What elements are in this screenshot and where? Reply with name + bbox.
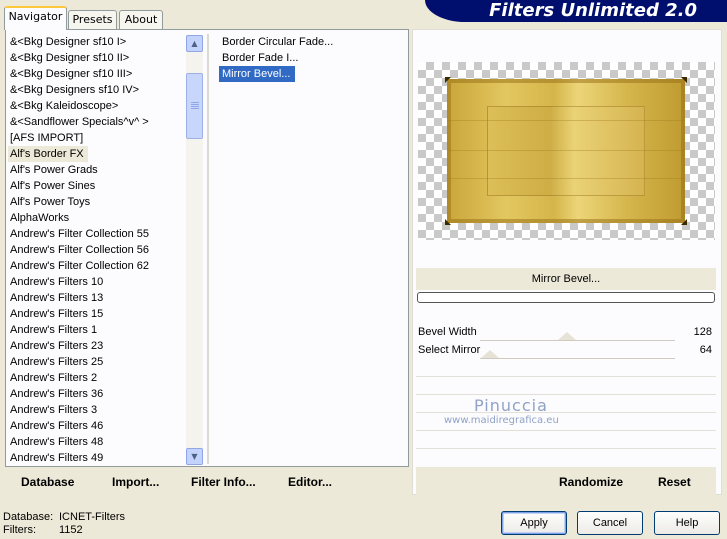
category-item[interactable]: Andrew's Filters 48	[8, 434, 186, 450]
footer-filters-value: 1152	[59, 524, 83, 536]
category-item[interactable]: Andrew's Filters 13	[8, 290, 186, 306]
randomize-button[interactable]: Randomize	[559, 475, 623, 489]
category-item[interactable]: &<Bkg Kaleidoscope>	[8, 98, 186, 114]
navigator-toolbar: Database Import... Filter Info... Editor…	[5, 467, 409, 495]
footer-filters-label: Filters:	[3, 524, 36, 536]
reset-button[interactable]: Reset	[658, 475, 691, 489]
footer-database: Database: ICNET-Filters	[3, 511, 125, 523]
category-item[interactable]: Andrew's Filters 10	[8, 274, 186, 290]
help-button-label: Help	[675, 517, 699, 529]
category-scrollbar[interactable]: ▲ ▼	[186, 35, 203, 465]
slider-track[interactable]	[480, 340, 675, 341]
app-title: Filters Unlimited 2.0	[489, 0, 697, 21]
category-item[interactable]: Andrew's Filters 23	[8, 338, 186, 354]
footer-database-label: Database:	[3, 511, 54, 523]
category-item[interactable]: Andrew's Filters 46	[8, 418, 186, 434]
category-item[interactable]: &<Bkg Designer sf10 I>	[8, 34, 186, 50]
param-value: 64	[699, 344, 712, 356]
filter-item[interactable]: Mirror Bevel...	[219, 66, 296, 82]
category-item[interactable]: [AFS IMPORT]	[8, 130, 186, 146]
filter-info-button[interactable]: Filter Info...	[191, 475, 256, 489]
help-button[interactable]: Help	[654, 511, 720, 535]
category-item[interactable]: Andrew's Filter Collection 55	[8, 226, 186, 242]
cancel-button[interactable]: Cancel	[577, 511, 643, 535]
category-item[interactable]: AlphaWorks	[8, 210, 186, 226]
tab-presets[interactable]: Presets	[68, 10, 117, 29]
category-item[interactable]: &<Bkg Designer sf10 II>	[8, 50, 186, 66]
category-item[interactable]: Andrew's Filters 15	[8, 306, 186, 322]
database-button[interactable]: Database	[21, 475, 74, 489]
chevron-up-icon: ▲	[191, 39, 198, 48]
category-item[interactable]: Alf's Border FX	[8, 146, 88, 162]
filter-item[interactable]: Border Circular Fade...	[219, 34, 404, 50]
param-label: Select Mirror	[418, 344, 481, 356]
apply-button-label: Apply	[520, 517, 548, 529]
category-item[interactable]: Alf's Power Toys	[8, 194, 186, 210]
category-item[interactable]: Andrew's Filters 2	[8, 370, 186, 386]
preview-corner-marks	[445, 77, 687, 225]
category-item[interactable]: Andrew's Filters 49	[8, 450, 186, 464]
category-item[interactable]: Andrew's Filters 1	[8, 322, 186, 338]
filter-list[interactable]: Border Circular Fade... Border Fade I... M…	[219, 34, 404, 82]
app-title-banner: Filters Unlimited 2.0	[425, 0, 727, 22]
category-item[interactable]: Andrew's Filter Collection 56	[8, 242, 186, 258]
param-select-mirror[interactable]: Select Mirror 64	[416, 342, 716, 358]
tab-navigator-label: Navigator	[8, 10, 63, 23]
empty-param-row	[416, 448, 716, 449]
watermark-name: Pinuccia	[474, 396, 548, 415]
empty-param-row	[416, 394, 716, 395]
footer-filters: Filters: 1152	[3, 524, 83, 536]
empty-param-row	[416, 376, 716, 377]
category-item[interactable]: &<Sandflower Specials^v^ >	[8, 114, 186, 130]
scroll-down-button[interactable]: ▼	[186, 448, 203, 465]
cancel-button-label: Cancel	[592, 517, 628, 529]
filter-item[interactable]: Border Fade I...	[219, 50, 404, 66]
category-list[interactable]: &<Bkg Designer sf10 I> &<Bkg Designer sf1…	[8, 34, 186, 464]
tab-presets-label: Presets	[72, 13, 113, 26]
tab-about-label: About	[124, 13, 158, 26]
category-item[interactable]: Andrew's Filter Collection 62	[8, 258, 186, 274]
slider-track[interactable]	[480, 358, 675, 359]
category-item[interactable]: &<Bkg Designer sf10 III>	[8, 66, 186, 82]
empty-param-row	[416, 430, 716, 431]
watermark-url: www.maidiregrafica.eu	[444, 415, 559, 426]
chevron-down-icon: ▼	[191, 452, 198, 461]
editor-button[interactable]: Editor...	[288, 475, 332, 489]
footer-database-value: ICNET-Filters	[59, 511, 125, 523]
scroll-thumb[interactable]	[186, 73, 203, 139]
filter-toolbar: Randomize Reset	[416, 467, 716, 495]
category-item[interactable]: Alf's Power Sines	[8, 178, 186, 194]
selected-filter-label: Mirror Bevel...	[416, 268, 716, 290]
category-item[interactable]: Alf's Power Grads	[8, 162, 186, 178]
category-item[interactable]: &<Bkg Designers sf10 IV>	[8, 82, 186, 98]
slider-thumb-bevel-width[interactable]	[558, 332, 576, 340]
import-button[interactable]: Import...	[112, 475, 159, 489]
apply-button[interactable]: Apply	[501, 511, 567, 535]
list-divider	[207, 34, 209, 464]
tab-about[interactable]: About	[119, 10, 163, 29]
category-item[interactable]: Andrew's Filters 25	[8, 354, 186, 370]
empty-param-row	[416, 412, 716, 413]
param-value: 128	[693, 326, 712, 338]
category-item[interactable]: Andrew's Filters 3	[8, 402, 186, 418]
grip-icon	[191, 102, 199, 103]
slider-thumb-select-mirror[interactable]	[481, 350, 499, 358]
scroll-up-button[interactable]: ▲	[186, 35, 203, 52]
progress-bar	[417, 292, 715, 303]
tab-navigator[interactable]: Navigator	[4, 6, 67, 30]
category-item[interactable]: Andrew's Filters 36	[8, 386, 186, 402]
param-label: Bevel Width	[418, 326, 477, 338]
